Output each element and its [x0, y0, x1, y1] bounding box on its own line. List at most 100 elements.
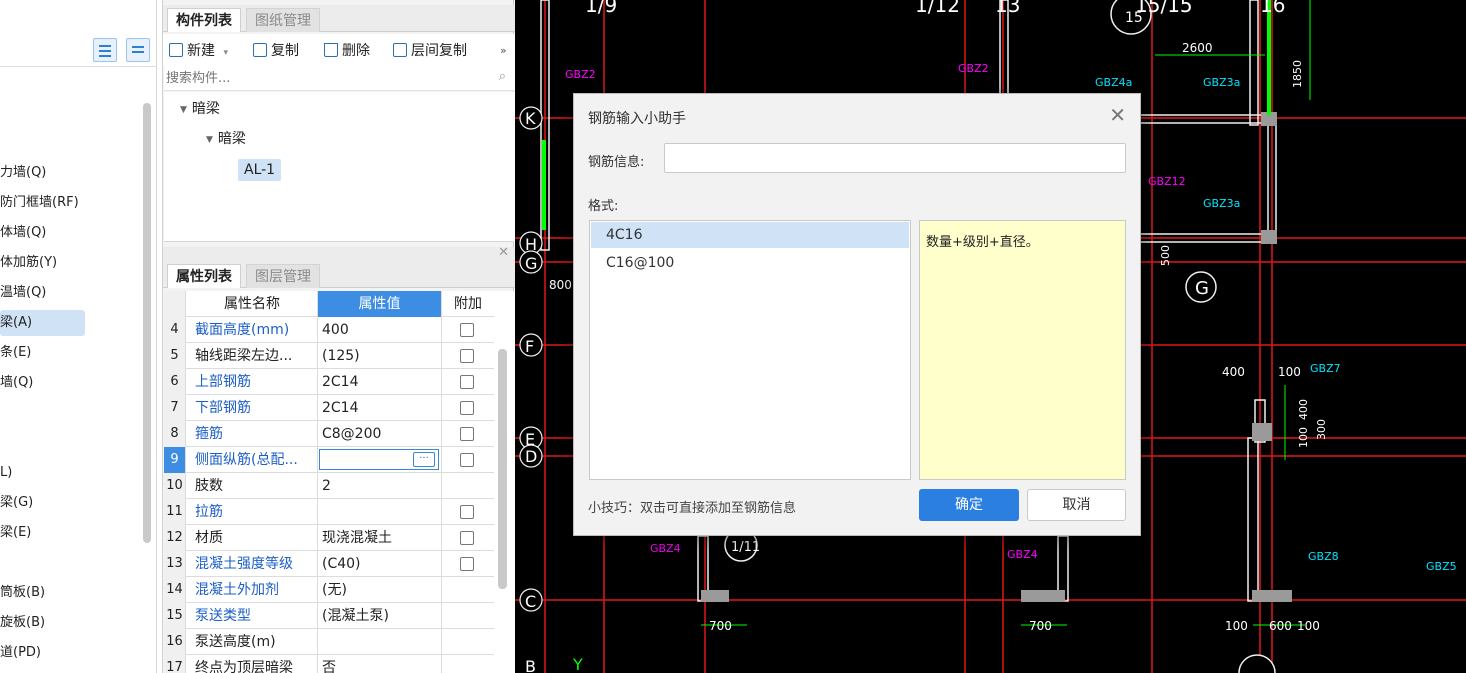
- property-value[interactable]: 400: [318, 317, 442, 343]
- property-scrollbar[interactable]: [498, 349, 507, 589]
- property-value[interactable]: (C40): [318, 551, 442, 577]
- rebar-info-input[interactable]: [664, 143, 1126, 173]
- tree-node-child[interactable]: ▼ 暗梁: [206, 128, 246, 150]
- wall-segment: [1249, 0, 1259, 126]
- chevron-down-icon[interactable]: ▾: [223, 48, 228, 58]
- property-name: 截面高度(mm): [187, 317, 318, 343]
- more-tools-button[interactable]: »: [500, 40, 507, 62]
- nav-item[interactable]: 体加筋(Y): [0, 250, 85, 276]
- property-value[interactable]: [318, 499, 442, 525]
- nav-item[interactable]: 旋板(B): [0, 610, 85, 636]
- tab-property-list[interactable]: 属性列表: [167, 264, 241, 288]
- search-icon[interactable]: ⌕: [499, 69, 506, 84]
- property-value[interactable]: 2C14: [318, 395, 442, 421]
- additional-checkbox[interactable]: [460, 349, 474, 363]
- cad-column-label: GBZ4: [1007, 548, 1038, 561]
- cad-dimension-text: 300: [1315, 419, 1328, 440]
- additional-checkbox[interactable]: [460, 453, 474, 467]
- delete-label: 删除: [342, 43, 370, 59]
- property-row[interactable]: 11 拉筋: [164, 499, 494, 525]
- property-value-editor[interactable]: ···: [319, 449, 439, 470]
- additional-checkbox[interactable]: [460, 531, 474, 545]
- additional-checkbox[interactable]: [460, 401, 474, 415]
- new-button[interactable]: 新建 ▾: [169, 40, 228, 62]
- nav-scrollbar[interactable]: [143, 103, 151, 543]
- property-additional: [442, 577, 494, 603]
- nav-item[interactable]: 梁(A): [0, 310, 85, 336]
- property-value[interactable]: [318, 629, 442, 655]
- nav-item[interactable]: 条(E): [0, 340, 85, 366]
- detail-view-icon[interactable]: [126, 38, 150, 62]
- axis-bubble: [1238, 654, 1276, 673]
- property-value[interactable]: ···: [318, 447, 442, 473]
- cad-dimension-text: 100: [1297, 619, 1320, 633]
- property-value[interactable]: (125): [318, 343, 442, 369]
- cad-column-label: GBZ7: [1310, 362, 1341, 375]
- ellipsis-icon[interactable]: ···: [413, 452, 435, 467]
- property-row[interactable]: 5 轴线距梁左边... (125): [164, 343, 494, 369]
- property-row[interactable]: 15 泵送类型 (混凝土泵): [164, 603, 494, 629]
- nav-item[interactable]: 墙(Q): [0, 370, 85, 396]
- property-value[interactable]: 否: [318, 655, 442, 673]
- cad-column-label: GBZ12: [1148, 175, 1186, 188]
- nav-item[interactable]: 温墙(Q): [0, 280, 85, 306]
- property-value[interactable]: 现浇混凝土: [318, 525, 442, 551]
- property-value[interactable]: (无): [318, 577, 442, 603]
- property-row[interactable]: 9 侧面纵筋(总配... ···: [164, 447, 494, 473]
- nav-item[interactable]: 梁(E): [0, 520, 85, 546]
- caret-down-icon[interactable]: ▼: [180, 99, 187, 121]
- property-row[interactable]: 14 混凝土外加剂 (无): [164, 577, 494, 603]
- property-row-number: 16: [164, 629, 186, 655]
- property-row-number: 5: [164, 343, 186, 369]
- tab-layer-management[interactable]: 图层管理: [246, 264, 320, 288]
- property-value[interactable]: C8@200: [318, 421, 442, 447]
- nav-item[interactable]: 梁(G): [0, 490, 85, 516]
- additional-checkbox[interactable]: [460, 323, 474, 337]
- caret-down-icon[interactable]: ▼: [206, 129, 213, 151]
- delete-button[interactable]: 删除: [324, 40, 370, 62]
- nav-item[interactable]: 防门框墙(RF): [0, 190, 85, 216]
- property-row-number: 10: [164, 473, 186, 499]
- property-row-number: 14: [164, 577, 186, 603]
- property-value[interactable]: 2: [318, 473, 442, 499]
- list-view-icon[interactable]: [93, 38, 117, 62]
- nav-item[interactable]: 力墙(Q): [0, 160, 85, 186]
- property-value[interactable]: (混凝土泵): [318, 603, 442, 629]
- property-row[interactable]: 16 泵送高度(m): [164, 629, 494, 655]
- header-num: [164, 291, 186, 317]
- cancel-button[interactable]: 取消: [1027, 489, 1126, 521]
- close-icon[interactable]: ✕: [498, 245, 509, 260]
- property-name: 肢数: [187, 473, 318, 499]
- property-row[interactable]: 4 截面高度(mm) 400: [164, 317, 494, 343]
- property-row-number: 13: [164, 551, 186, 577]
- property-row[interactable]: 7 下部钢筋 2C14: [164, 395, 494, 421]
- tree-node-root[interactable]: ▼ 暗梁: [180, 98, 220, 120]
- cad-column-label: GBZ4a: [1095, 76, 1132, 89]
- ok-button[interactable]: 确定: [919, 489, 1019, 521]
- additional-checkbox[interactable]: [460, 505, 474, 519]
- property-row[interactable]: 10 肢数 2: [164, 473, 494, 499]
- tab-drawing-management[interactable]: 图纸管理: [246, 8, 320, 32]
- tree-leaf-al1[interactable]: AL-1: [238, 159, 282, 181]
- property-row[interactable]: 12 材质 现浇混凝土: [164, 525, 494, 551]
- floor-copy-button[interactable]: 层间复制: [393, 40, 467, 62]
- nav-item[interactable]: L): [0, 460, 85, 486]
- search-input[interactable]: [166, 68, 486, 88]
- property-row[interactable]: 8 箍筋 C8@200: [164, 421, 494, 447]
- additional-checkbox[interactable]: [460, 557, 474, 571]
- format-item[interactable]: C16@100: [591, 250, 909, 276]
- property-value[interactable]: 2C14: [318, 369, 442, 395]
- property-row-number: 11: [164, 499, 186, 525]
- property-row[interactable]: 13 混凝土强度等级 (C40): [164, 551, 494, 577]
- additional-checkbox[interactable]: [460, 375, 474, 389]
- tab-component-list[interactable]: 构件列表: [167, 8, 241, 32]
- property-row[interactable]: 17 终点为顶层暗梁否: [164, 655, 494, 673]
- nav-item[interactable]: 体墙(Q): [0, 220, 85, 246]
- format-item[interactable]: 4C16: [591, 222, 909, 248]
- property-row[interactable]: 6 上部钢筋 2C14: [164, 369, 494, 395]
- copy-button[interactable]: 复制: [253, 40, 299, 62]
- nav-item[interactable]: 筒板(B): [0, 580, 85, 606]
- nav-item[interactable]: 道(PD): [0, 640, 85, 666]
- additional-checkbox[interactable]: [460, 427, 474, 441]
- close-icon[interactable]: ✕: [1109, 105, 1126, 125]
